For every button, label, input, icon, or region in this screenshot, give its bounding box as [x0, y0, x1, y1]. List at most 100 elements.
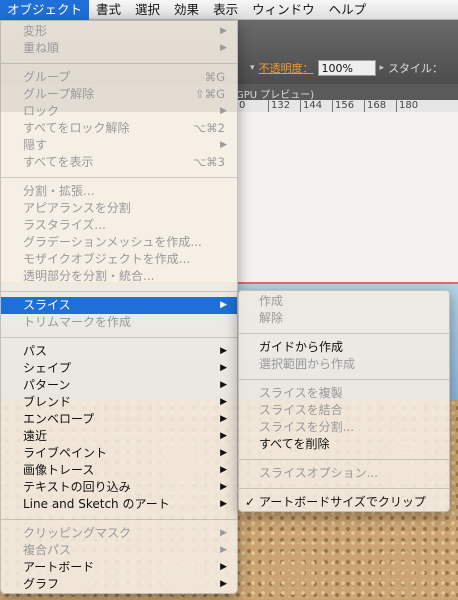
- object-menu-item: グラデーションメッシュを作成...: [1, 234, 237, 251]
- shortcut-label: ⌥⌘2: [192, 121, 225, 135]
- object-menu-item: すべてを表示 ⌥⌘3: [1, 154, 237, 171]
- object-menu-item-label: すべてをロック解除: [23, 121, 130, 135]
- object-menu-item[interactable]: テキストの回り込み ▶: [1, 479, 237, 496]
- slice-submenu-item-label: ガイドから作成: [259, 340, 344, 354]
- menu-select[interactable]: 選択: [128, 0, 167, 20]
- submenu-arrow-icon: ▶: [220, 448, 227, 458]
- object-menu-item-label: クリッピングマスク: [23, 526, 132, 540]
- opacity-label[interactable]: 不透明度：: [259, 60, 314, 76]
- submenu-arrow-icon: ▶: [220, 380, 227, 390]
- slice-submenu-item-label: 解除: [259, 311, 284, 325]
- object-menu-item[interactable]: パターン ▶: [1, 377, 237, 394]
- object-menu-item-label: ブレンド: [23, 395, 72, 409]
- menu-bar: オブジェクト 書式 選択 効果 表示 ウィンドウ ヘルプ: [0, 0, 458, 20]
- menu-type[interactable]: 書式: [89, 0, 128, 20]
- shortcut-label: ⇧⌘G: [194, 87, 225, 101]
- style-label: スタイル：: [388, 62, 444, 75]
- submenu-arrow-icon: ▶: [220, 562, 227, 572]
- object-menu-item[interactable]: エンベロープ ▶: [1, 411, 237, 428]
- object-menu-item: グループ解除 ⇧⌘G: [1, 86, 237, 103]
- menu-effect[interactable]: 効果: [167, 0, 206, 20]
- menu-object[interactable]: オブジェクト: [0, 0, 90, 20]
- slice-submenu-item: 解除: [239, 310, 449, 327]
- object-menu-item: ラスタライズ...: [1, 217, 237, 234]
- object-menu-item: 隠す ▶: [1, 137, 237, 154]
- submenu-arrow-icon: ▶: [220, 499, 227, 509]
- object-menu-item-label: グループ: [23, 70, 71, 84]
- object-menu-item-label: エンベロープ: [23, 412, 95, 426]
- ruler-tick: 156: [332, 100, 364, 112]
- menu-separator: [1, 337, 237, 338]
- object-menu-item-label: グループ解除: [23, 87, 95, 101]
- slice-submenu-item[interactable]: すべてを削除: [239, 436, 449, 453]
- object-menu-item-label: 複合パス: [23, 543, 72, 557]
- dropdown-arrow-icon[interactable]: ▾: [250, 63, 255, 73]
- slice-submenu-item: スライスを複製: [239, 385, 449, 402]
- slice-submenu-item-label: スライスオプション...: [259, 466, 379, 480]
- object-menu-item-label: 画像トレース: [23, 463, 95, 477]
- object-menu-item: アピアランスを分割: [1, 200, 237, 217]
- object-menu-item: クリッピングマスク ▶: [1, 525, 237, 542]
- object-menu-item-label: 隠す: [23, 138, 48, 152]
- object-menu-item-label: スライス: [23, 298, 71, 312]
- object-menu-item[interactable]: ブレンド ▶: [1, 394, 237, 411]
- submenu-arrow-icon: ▶: [220, 465, 227, 475]
- submenu-arrow-icon: ▶: [220, 363, 227, 373]
- object-menu-item[interactable]: グラフ ▶: [1, 576, 237, 593]
- slice-submenu-item: 作成: [239, 293, 449, 310]
- ruler-tick: 132: [268, 100, 300, 112]
- object-menu-item-label: ロック: [23, 104, 60, 118]
- object-menu-item-label: グラフ: [23, 577, 60, 591]
- object-menu-item-label: モザイクオブジェクトを作成...: [23, 252, 191, 266]
- object-menu-item[interactable]: アートボード ▶: [1, 559, 237, 576]
- submenu-arrow-icon: ▶: [220, 140, 227, 150]
- object-menu-item-label: グラデーションメッシュを作成...: [23, 235, 202, 249]
- object-menu-item-label: アピアランスを分割: [23, 201, 131, 215]
- object-menu-item-label: パス: [23, 344, 48, 358]
- submenu-arrow-icon: ▶: [220, 26, 227, 36]
- slice-submenu-item[interactable]: ガイドから作成: [239, 339, 449, 356]
- submenu-arrow-icon: ▶: [220, 43, 227, 53]
- menu-view[interactable]: 表示: [206, 0, 245, 20]
- expand-arrow-icon[interactable]: ▸: [380, 63, 385, 73]
- submenu-arrow-icon: ▶: [220, 414, 227, 424]
- ruler-tick: 180: [396, 100, 428, 112]
- object-menu-item-label: トリムマークを作成: [23, 315, 132, 329]
- object-menu-item: 複合パス ▶: [1, 542, 237, 559]
- submenu-arrow-icon: ▶: [220, 106, 227, 116]
- object-menu-item-label: 重ね順: [23, 41, 60, 55]
- slice-submenu-item-label: スライスを分割...: [259, 420, 355, 434]
- slice-submenu-item-label: すべてを削除: [259, 437, 330, 451]
- submenu-arrow-icon: ▶: [220, 346, 227, 356]
- object-menu-item: すべてをロック解除 ⌥⌘2: [1, 120, 237, 137]
- slice-submenu-item-label: アートボードサイズでクリップ: [259, 495, 426, 509]
- object-menu-item[interactable]: パス ▶: [1, 343, 237, 360]
- object-menu-item[interactable]: 画像トレース ▶: [1, 462, 237, 479]
- opacity-input[interactable]: 100%: [317, 60, 376, 76]
- menu-window[interactable]: ウィンドウ: [245, 0, 322, 20]
- slice-submenu-item-label: スライスを複製: [259, 386, 343, 400]
- ruler-tick: 0: [236, 100, 268, 112]
- object-menu-item: 変形 ▶: [1, 23, 237, 40]
- menu-separator: [239, 459, 449, 460]
- object-menu-item-label: すべてを表示: [23, 155, 94, 169]
- object-menu-item[interactable]: シェイプ ▶: [1, 360, 237, 377]
- slice-submenu-item: スライスを分割...: [239, 419, 449, 436]
- object-menu-item-label: 変形: [23, 24, 48, 38]
- object-menu-item[interactable]: ライブペイント ▶: [1, 445, 237, 462]
- object-menu-item: モザイクオブジェクトを作成...: [1, 251, 237, 268]
- object-menu-item: 透明部分を分割・統合...: [1, 268, 237, 285]
- menu-separator: [1, 519, 237, 520]
- object-menu-item-label: ラスタライズ...: [23, 218, 106, 232]
- document-tab[interactable]: GPU プレビュー): [236, 86, 314, 101]
- menu-help[interactable]: ヘルプ: [322, 0, 374, 20]
- object-menu-item[interactable]: 遠近 ▶: [1, 428, 237, 445]
- object-menu-item[interactable]: スライス ▶: [1, 297, 237, 314]
- slice-submenu-item[interactable]: ✓ アートボードサイズでクリップ: [239, 494, 449, 511]
- object-menu-item[interactable]: Line and Sketch のアート ▶: [1, 496, 237, 513]
- object-menu-item: グループ ⌘G: [1, 69, 237, 86]
- control-panel: ▾ 不透明度： 100% ▸ スタイル：: [236, 57, 458, 79]
- submenu-arrow-icon: ▶: [220, 528, 227, 538]
- slice-submenu-item: スライスを結合: [239, 402, 449, 419]
- submenu-arrow-icon: ▶: [220, 482, 227, 492]
